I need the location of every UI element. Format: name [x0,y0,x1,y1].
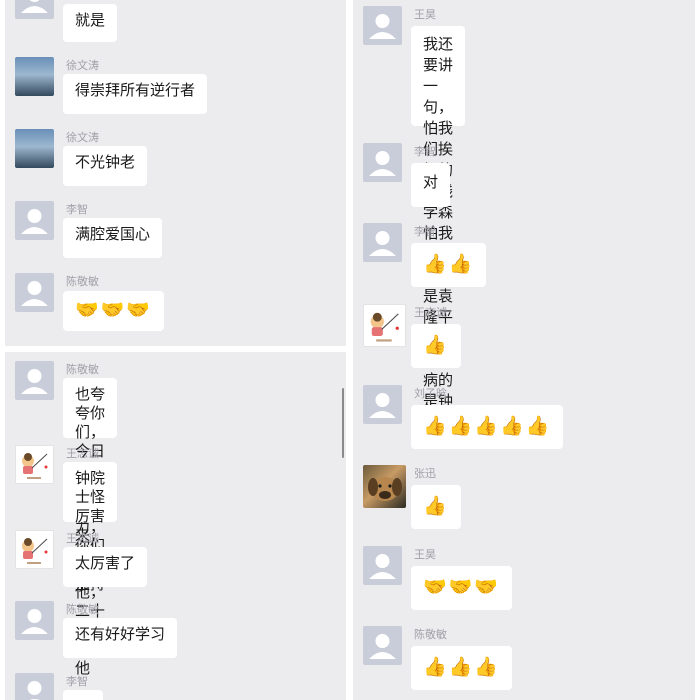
message-bubble[interactable]: 太厉害了 [63,547,148,587]
default-user-icon [27,681,42,700]
default-user-icon [369,14,396,39]
message-bubble[interactable] [63,690,103,700]
handshake-emoji-bubble[interactable]: 🤝🤝🤝 [63,291,164,331]
cartoon-boy-fishing-icon [22,538,48,564]
message-bubble[interactable]: 也夸夸你们，今日校园继续努 力，你们也在坚持 [63,378,118,593]
avatar[interactable] [15,361,54,400]
chat-panel-top-left[interactable]: 就是 徐文涛 得崇拜所有逆行者 徐文涛 不光钟老 李智 满腔爱国心 陈敬敏 🤝🤝… [5,0,346,346]
message-bubble[interactable]: 我还要讲一句，怕我们挨打的 是钱学森 怕我们饿着的是袁隆平 怕我们生病的是钟南山 [411,26,465,431]
sender-name: 王志诚 [414,306,447,319]
default-user-icon [21,609,48,634]
thumbs-up-emoji-bubble[interactable]: 👍 [411,324,461,368]
message-bubble[interactable]: 满腔爱国心 [63,218,163,258]
thumbs-up-emoji-bubble[interactable]: 👍👍 [411,243,487,287]
avatar[interactable] [15,201,54,240]
sender-name: 李智 [414,145,436,158]
cartoon-boy-fishing-icon [22,453,48,479]
thumbs-up-emoji-bubble[interactable]: 👍👍👍👍👍 [411,405,564,449]
sender-name: 王昊 [414,548,436,561]
cartoon-boy-fishing-icon [370,312,399,342]
default-user-icon [21,0,48,13]
avatar[interactable] [363,143,402,182]
avatar[interactable] [363,465,406,508]
avatar[interactable] [15,129,54,168]
default-user-icon [21,281,48,306]
message-bubble[interactable]: 不光钟老 [63,146,148,186]
thumbs-up-emoji-bubble[interactable]: 👍👍👍 [411,646,512,690]
sender-name: 李智 [66,203,88,216]
avatar[interactable] [15,273,54,312]
default-user-icon [369,151,396,176]
avatar[interactable] [15,445,54,484]
dog-photo-icon [368,477,402,501]
sender-name: 刘子晗 [414,387,447,400]
avatar[interactable] [15,673,54,700]
chat-panel-right[interactable]: 王昊 我还要讲一句，怕我们挨打的 是钱学森 怕我们饿着的是袁隆平 怕我们生病的是… [353,0,695,700]
avatar[interactable] [15,601,54,640]
default-user-icon [369,231,396,256]
message-bubble[interactable]: 还有好好学习 [63,618,178,658]
scrollbar[interactable] [342,388,344,458]
chat-panel-bottom-left[interactable]: 陈敬敏 也夸夸你们，今日校园继续努 力，你们也在坚持 王志诚 钟院士怪厉害来，非… [5,352,346,700]
sender-name: 王昊 [414,8,436,21]
avatar[interactable] [363,626,402,665]
thumbs-up-emoji-bubble[interactable]: 👍 [411,485,461,529]
default-user-icon [21,209,48,234]
sender-name: 李智 [414,225,436,238]
message-bubble[interactable]: 钟院士怪厉害来，非典就有 他，二十年了还靠他 [63,462,118,677]
avatar[interactable] [363,304,406,347]
default-user-icon [369,393,396,418]
sender-name: 徐文涛 [66,59,99,72]
sender-name: 陈敬敏 [414,628,447,641]
sender-name: 张迅 [414,467,436,480]
message-bubble[interactable]: 就是 [63,4,118,42]
sender-name: 陈敬敏 [66,363,99,376]
avatar[interactable] [363,6,402,45]
sender-name: 王志诚 [66,447,99,460]
avatar[interactable] [363,546,402,585]
handshake-emoji-bubble[interactable]: 🤝🤝🤝 [411,566,512,610]
message-bubble[interactable]: 得崇拜所有逆行者 [63,74,208,114]
avatar[interactable] [15,57,54,96]
avatar[interactable] [15,0,54,19]
avatar[interactable] [363,385,402,424]
message-bubble[interactable]: 对 [411,163,451,207]
avatar[interactable] [363,223,402,262]
default-user-icon [369,634,396,659]
sender-name: 陈敬敏 [66,275,99,288]
sender-name: 陈敬敏 [66,603,99,616]
default-user-icon [369,554,396,579]
sender-name: 王志诚 [66,532,99,545]
avatar[interactable] [15,530,54,569]
sender-name: 李智 [66,675,88,688]
sender-name: 徐文涛 [66,131,99,144]
default-user-icon [21,369,48,394]
